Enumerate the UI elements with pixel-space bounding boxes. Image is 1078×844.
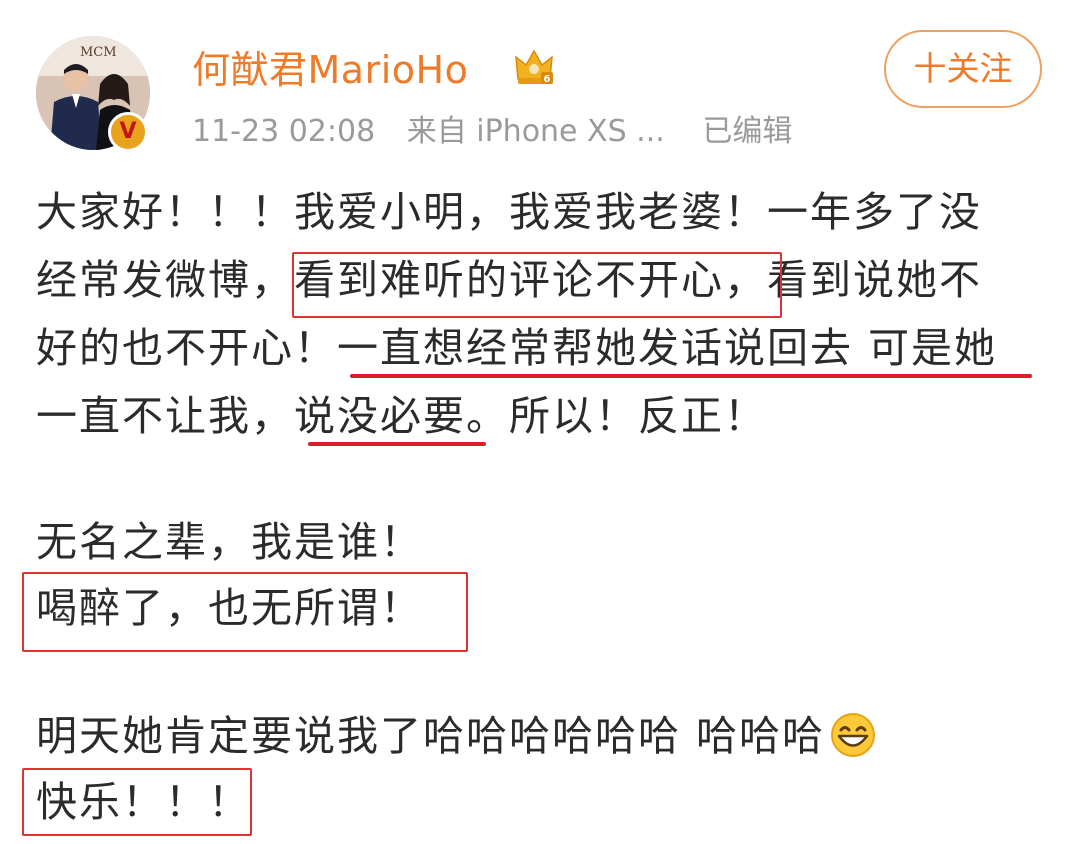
- post-line: 大家好！！！我爱小明，我爱我老婆！一年多了没: [36, 182, 982, 242]
- svg-text:6: 6: [544, 74, 551, 85]
- post-source[interactable]: 来自 iPhone XS ...: [407, 110, 665, 154]
- annotation-underline: [350, 374, 1032, 378]
- svg-text:MCM: MCM: [80, 45, 117, 60]
- post-text: 明天她肯定要说我了哈哈哈哈哈哈 哈哈哈: [36, 712, 826, 760]
- post-text: 一直不让我，: [36, 392, 294, 440]
- post-text: 大家好！！！我爱小明，我爱我老婆！一年多了没: [36, 188, 982, 236]
- verified-badge-label: V: [119, 119, 137, 144]
- post-text: 。所以！反正！: [466, 392, 767, 440]
- annotation-underline: [308, 442, 486, 446]
- post-line: 无名之辈，我是谁！: [36, 512, 423, 572]
- post-line: 明天她肯定要说我了哈哈哈哈哈哈 哈哈哈: [36, 706, 877, 766]
- edited-label[interactable]: 已编辑: [702, 110, 792, 154]
- post-text: 经常发微博，: [36, 256, 294, 304]
- post-line: 好的也不开心！一直想经常帮她发话说回去 可是她: [36, 318, 997, 378]
- author-name[interactable]: 何猷君MarioHo: [192, 42, 468, 98]
- crown-icon[interactable]: 6: [512, 45, 556, 89]
- annotation-box: [22, 572, 468, 652]
- post-time: 11-23 02:08: [192, 114, 376, 149]
- post-text: 好的也不开心！: [36, 324, 337, 372]
- annotation-box: [22, 768, 252, 836]
- follow-button[interactable]: 十关注: [884, 30, 1042, 108]
- post-text-underlined: 一直想经常帮她发话说回去 可是她: [337, 324, 998, 372]
- post-text-underlined: 说没必要: [294, 392, 466, 440]
- annotation-box: [292, 252, 782, 318]
- grinning-face-icon: [831, 713, 876, 757]
- verified-badge: V: [108, 112, 148, 152]
- post-line: 一直不让我，说没必要。所以！反正！: [36, 386, 767, 446]
- post-text: 无名之辈，我是谁！: [36, 518, 423, 566]
- post-text: 看到说她不: [767, 256, 982, 304]
- post-meta: 11-23 02:08 来自 iPhone XS ... 已编辑: [192, 110, 792, 154]
